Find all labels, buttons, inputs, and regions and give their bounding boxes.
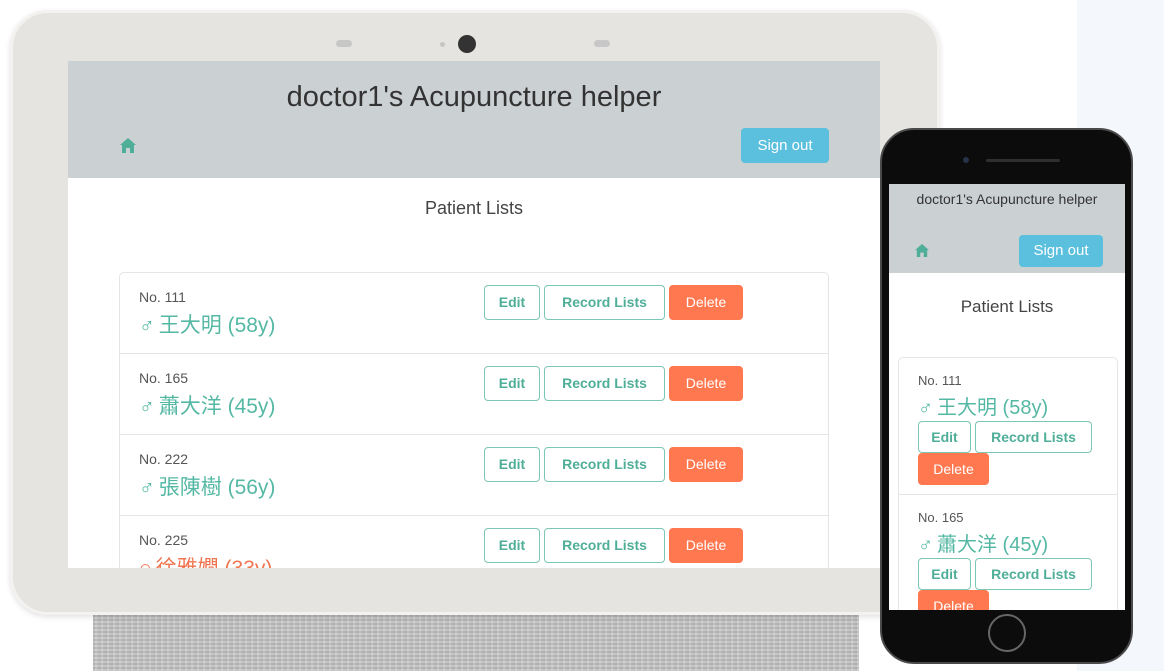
row-actions: Edit Record Lists Delete (918, 558, 1098, 610)
phone-earpiece (986, 159, 1060, 162)
male-icon: ♂ (139, 395, 155, 418)
phone-screen: doctor1's Acupuncture helper Sign out Pa… (889, 184, 1125, 610)
app-header: doctor1's Acupuncture helper Sign out (68, 61, 880, 178)
home-icon[interactable] (120, 138, 136, 153)
row-actions: Edit Record Lists Delete (484, 447, 743, 482)
sensor-left (336, 40, 352, 47)
patient-number: No. 225 (139, 532, 189, 548)
patient-number: No. 222 (139, 451, 189, 467)
sign-out-button[interactable]: Sign out (1019, 235, 1103, 267)
patient-row: No. 225 ○ 徐雅嫺 (33y) Edit Record Lists Del… (120, 516, 828, 568)
patient-name-text: 蕭大洋 (45y) (158, 395, 276, 418)
record-lists-button[interactable]: Record Lists (975, 421, 1092, 453)
delete-button[interactable]: Delete (669, 285, 743, 320)
record-lists-button[interactable]: Record Lists (544, 285, 665, 320)
record-lists-button[interactable]: Record Lists (544, 528, 665, 563)
male-icon: ♂ (139, 476, 155, 499)
app-header: doctor1's Acupuncture helper Sign out (889, 184, 1125, 273)
patient-name[interactable]: ♂ 張陳樹 (56y) (139, 471, 275, 501)
delete-button[interactable]: Delete (669, 366, 743, 401)
edit-button[interactable]: Edit (484, 285, 540, 320)
delete-button[interactable]: Delete (918, 590, 989, 610)
home-icon[interactable] (915, 244, 929, 257)
patient-name[interactable]: ♂ 王大明 (58y) (139, 309, 275, 339)
male-icon: ♂ (918, 534, 933, 556)
male-icon: ♂ (139, 314, 155, 337)
delete-button[interactable]: Delete (669, 447, 743, 482)
patient-list: No. 111 ♂ 王大明 (58y) Edit Record Lists Del… (898, 357, 1118, 610)
app-title: doctor1's Acupuncture helper (286, 81, 662, 113)
phone-camera-icon (963, 157, 969, 163)
phone-home-button (988, 614, 1026, 652)
female-icon: ○ (139, 557, 152, 568)
patient-row: No. 165 ♂ 蕭大洋 (45y) Edit Record Lists Del… (899, 495, 1117, 610)
sensor-dot (440, 42, 445, 47)
edit-button[interactable]: Edit (484, 447, 540, 482)
patient-name-text: 王大明 (58y) (158, 314, 276, 337)
record-lists-button[interactable]: Record Lists (544, 366, 665, 401)
patient-row: No. 111 ♂ 王大明 (58y) Edit Record Lists Del… (120, 273, 828, 354)
row-actions: Edit Record Lists Delete (918, 421, 1098, 485)
patient-name[interactable]: ♂ 王大明 (58y) (918, 391, 1048, 420)
patient-name-text: 蕭大洋 (45y) (937, 534, 1049, 556)
patient-number: No. 111 (918, 373, 962, 388)
patient-list: No. 111 ♂ 王大明 (58y) Edit Record Lists Del… (119, 272, 829, 568)
edit-button[interactable]: Edit (918, 421, 971, 453)
row-actions: Edit Record Lists Delete (484, 366, 743, 401)
page-title: Patient Lists (424, 198, 524, 218)
row-actions: Edit Record Lists Delete (484, 285, 743, 320)
row-actions: Edit Record Lists Delete (484, 528, 743, 563)
camera-icon (458, 35, 476, 53)
patient-row: No. 165 ♂ 蕭大洋 (45y) Edit Record Lists Del… (120, 354, 828, 435)
record-lists-button[interactable]: Record Lists (975, 558, 1092, 590)
patient-number: No. 165 (139, 370, 189, 386)
patient-row: No. 222 ♂ 張陳樹 (56y) Edit Record Lists Del… (120, 435, 828, 516)
patient-name-text: 徐雅嫺 (33y) (156, 557, 273, 568)
patient-name[interactable]: ♂ 蕭大洋 (45y) (139, 390, 275, 420)
edit-button[interactable]: Edit (484, 366, 540, 401)
delete-button[interactable]: Delete (669, 528, 743, 563)
sign-out-button[interactable]: Sign out (741, 128, 829, 163)
patient-number: No. 111 (139, 289, 186, 305)
patient-name[interactable]: ♂ 蕭大洋 (45y) (918, 528, 1048, 557)
delete-button[interactable]: Delete (918, 453, 989, 485)
patient-number: No. 165 (918, 510, 964, 525)
patient-name-text: 張陳樹 (56y) (158, 476, 276, 499)
patient-name-text: 王大明 (58y) (937, 397, 1049, 419)
male-icon: ♂ (918, 397, 933, 419)
edit-button[interactable]: Edit (918, 558, 971, 590)
patient-name[interactable]: ○ 徐雅嫺 (33y) (139, 552, 272, 568)
sensor-right (594, 40, 610, 47)
edit-button[interactable]: Edit (484, 528, 540, 563)
page-title: Patient Lists (960, 297, 1054, 316)
patient-row: No. 111 ♂ 王大明 (58y) Edit Record Lists Del… (899, 358, 1117, 495)
tablet-screen: doctor1's Acupuncture helper Sign out Pa… (68, 61, 880, 568)
record-lists-button[interactable]: Record Lists (544, 447, 665, 482)
app-title: doctor1's Acupuncture helper (916, 191, 1098, 207)
mockup-stage: doctor1's Acupuncture helper Sign out Pa… (0, 0, 1164, 671)
